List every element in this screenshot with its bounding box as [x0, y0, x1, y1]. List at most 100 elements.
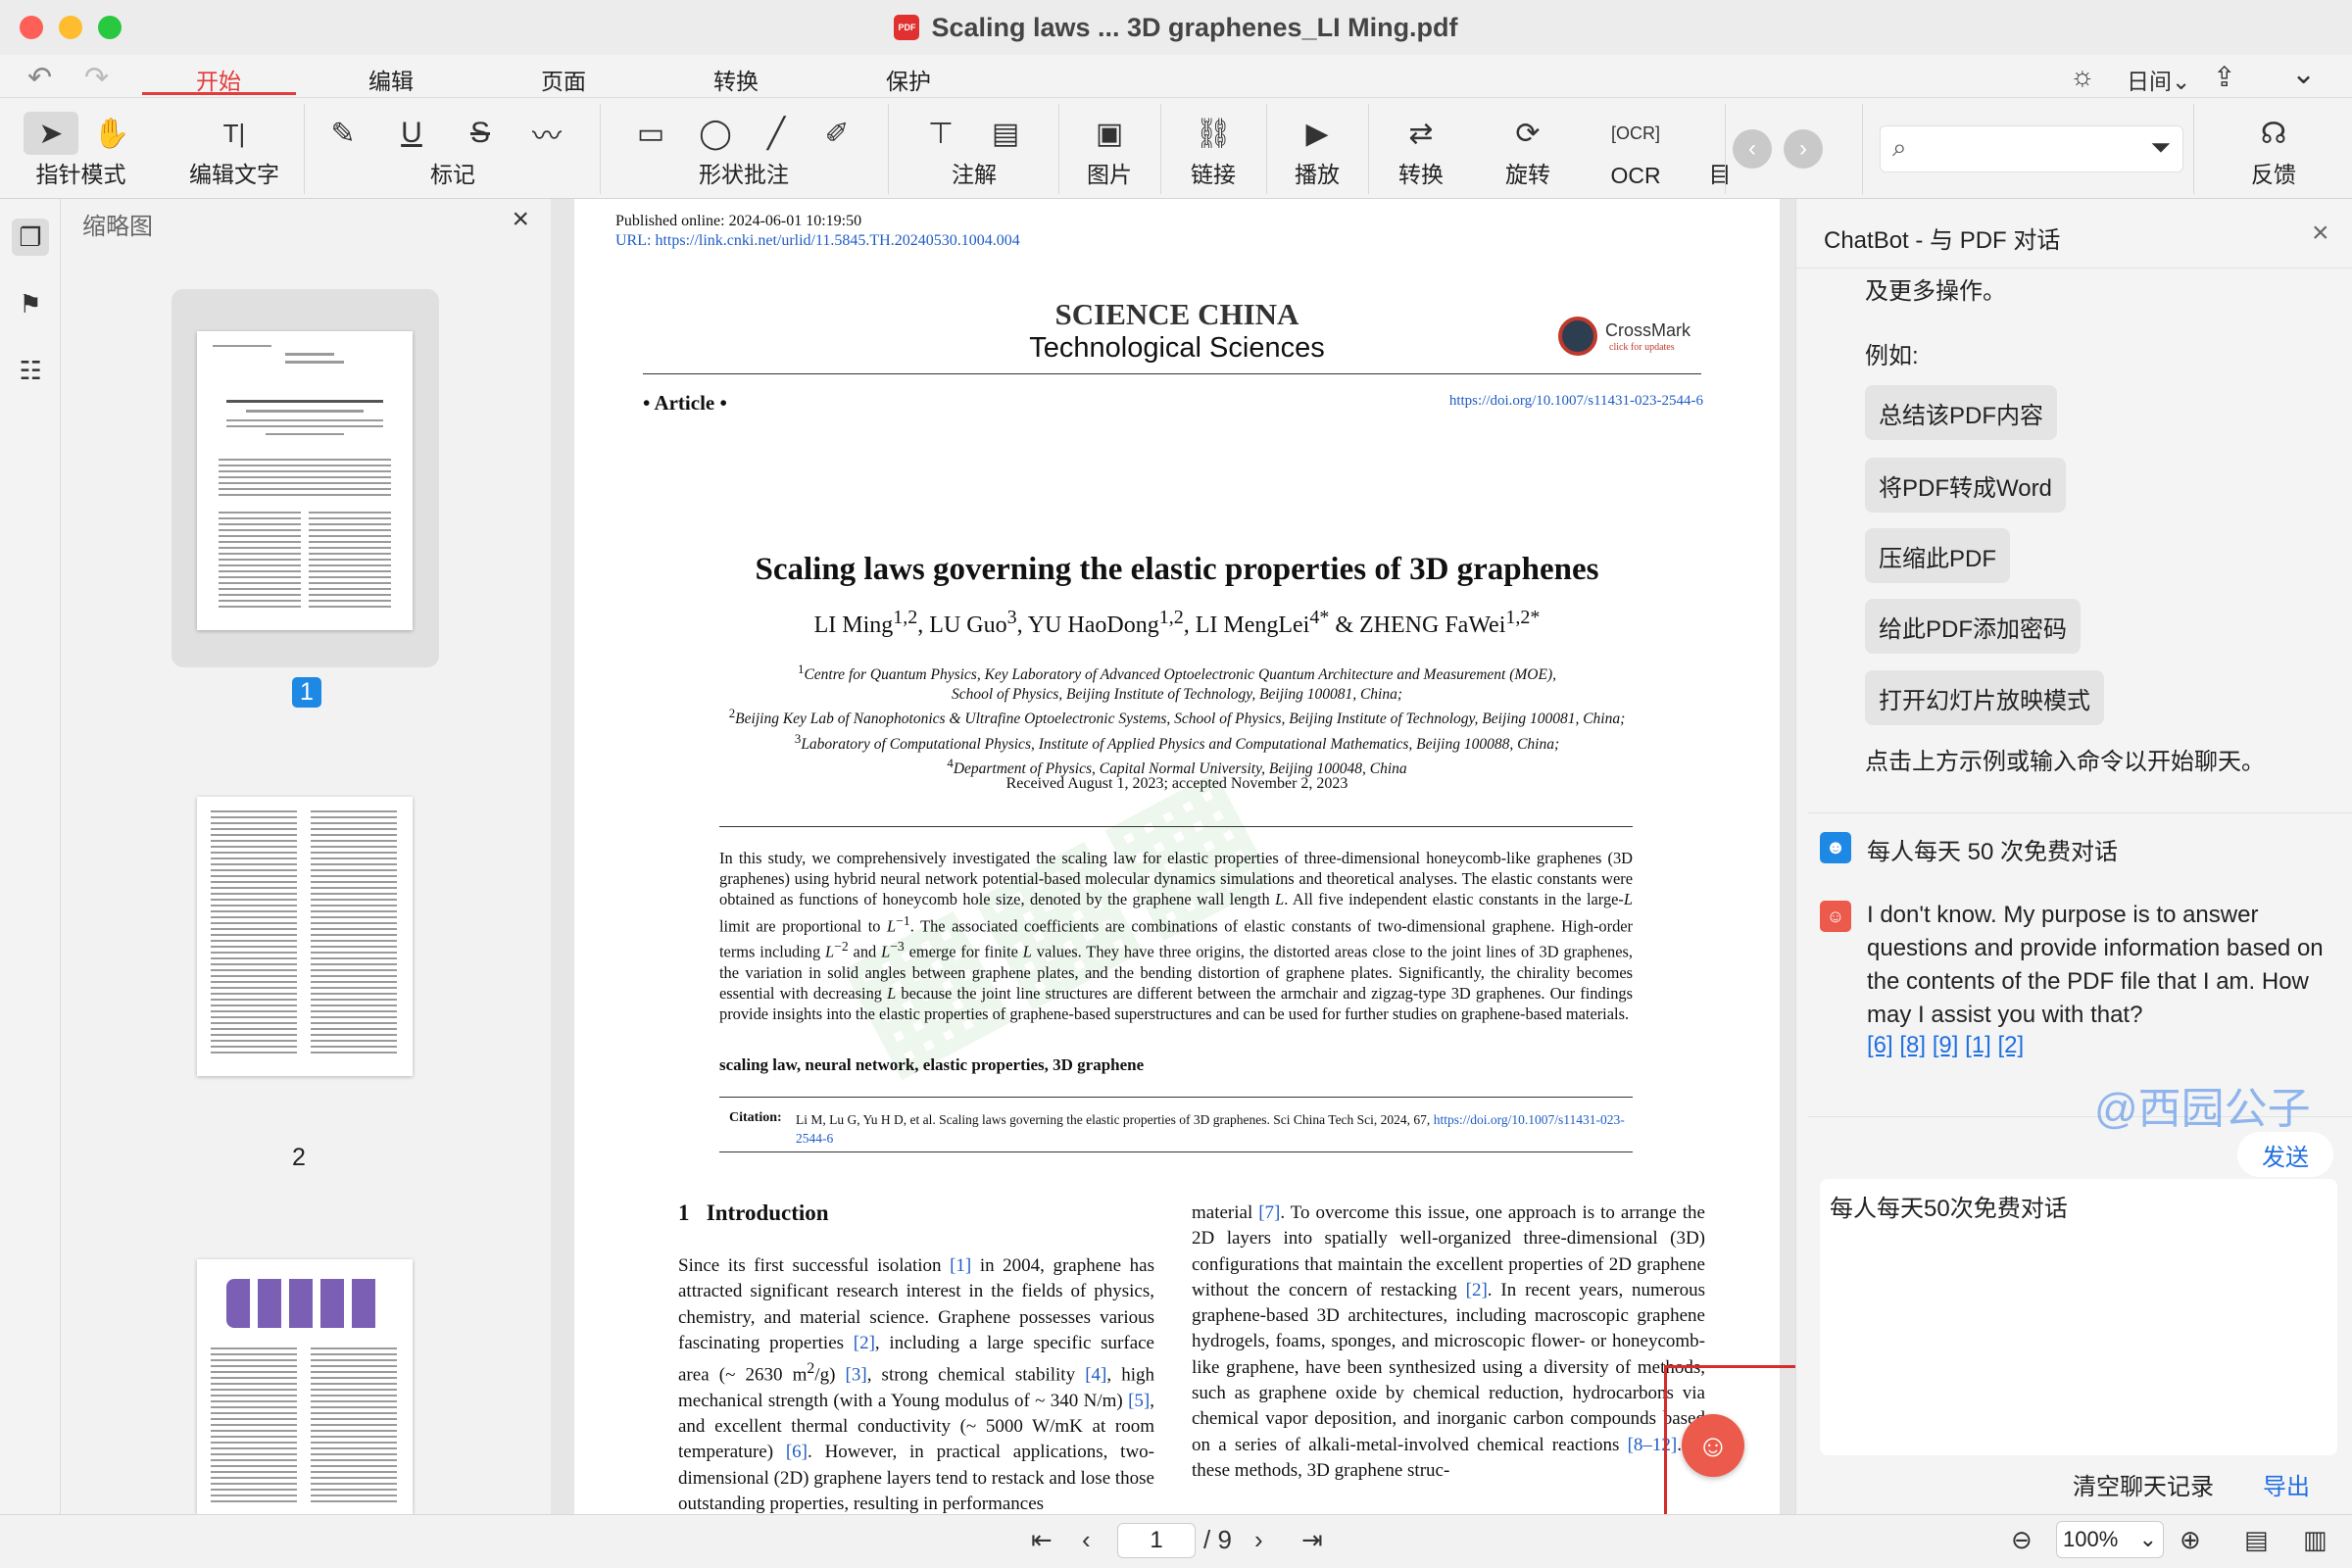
page-thumbnail-1[interactable]	[197, 331, 413, 630]
rotate-group: ⟳ 旋转	[1476, 98, 1580, 199]
example-add-password[interactable]: 给此PDF添加密码	[1865, 599, 2081, 654]
play-label[interactable]: 播放	[1268, 156, 1366, 189]
previous-page-icon[interactable]: ‹	[1082, 1525, 1091, 1555]
ai-assistant-robot-icon[interactable]: ☺	[1682, 1414, 1744, 1477]
zoom-window-button[interactable]	[98, 16, 122, 39]
section-heading: 1 Introduction	[678, 1200, 829, 1225]
crossmark-label[interactable]: CrossMark	[1605, 320, 1690, 341]
scroll-left-icon[interactable]: ‹	[1733, 129, 1772, 169]
toolbar-divider	[1160, 104, 1161, 194]
send-button[interactable]: 发送	[2237, 1132, 2333, 1177]
first-page-icon[interactable]: ⇤	[1031, 1525, 1053, 1555]
thumbnails-icon[interactable]: ❐	[12, 219, 49, 256]
page-number-input[interactable]: 1	[1117, 1523, 1196, 1558]
comment-icon[interactable]: ▤	[978, 112, 1033, 155]
left-rail: ❐ ⚑ ☷	[0, 199, 61, 1514]
image-label[interactable]: 图片	[1060, 156, 1158, 189]
collapse-toolbar-chevron-icon[interactable]: ⌄	[2291, 57, 2316, 91]
feedback-label[interactable]: 反馈	[2215, 156, 2332, 189]
crossmark-icon[interactable]	[1558, 317, 1597, 356]
link-icon[interactable]: ⛓	[1186, 112, 1241, 155]
export-button[interactable]: 导出	[2263, 1467, 2310, 1501]
url-link[interactable]: https://link.cnki.net/urlid/11.5845.TH.2…	[655, 232, 1019, 249]
bookmark-icon[interactable]: ⚑	[12, 285, 49, 322]
doi-link[interactable]: https://doi.org/10.1007/s11431-023-2544-…	[1449, 393, 1703, 410]
underline-icon[interactable]: U	[384, 112, 439, 155]
tab-convert[interactable]: 转换	[713, 63, 759, 96]
strikethrough-icon[interactable]: S	[453, 112, 508, 155]
single-page-view-icon[interactable]: ▤	[2244, 1525, 2269, 1555]
example-to-word[interactable]: 将PDF转成Word	[1865, 458, 2066, 513]
next-page-icon[interactable]: ›	[1254, 1525, 1263, 1555]
minimize-window-button[interactable]	[59, 16, 82, 39]
redo-icon[interactable]: ↷	[84, 61, 109, 95]
ref-link[interactable]: [8]	[1899, 1032, 1926, 1058]
hand-pan-icon[interactable]: ✋	[84, 112, 139, 155]
tab-page[interactable]: 页面	[541, 63, 586, 96]
line-icon[interactable]: ╱	[749, 112, 804, 155]
chat-input-value: 每人每天50次免费对话	[1830, 1196, 2068, 1222]
last-page-icon[interactable]: ⇥	[1301, 1525, 1323, 1555]
play-icon[interactable]: ▶	[1290, 112, 1345, 155]
tab-start[interactable]: 开始	[196, 63, 241, 96]
convert-icon[interactable]: ⇄	[1394, 112, 1448, 155]
search-input[interactable]: ⌕ ⏷	[1880, 125, 2183, 172]
chat-examples-label: 例如:	[1865, 343, 1919, 369]
edit-text-label[interactable]: 编辑文字	[169, 156, 300, 189]
example-summarize[interactable]: 总结该PDF内容	[1865, 385, 2057, 440]
example-compress[interactable]: 压缩此PDF	[1865, 528, 2010, 583]
ref-link[interactable]: [6]	[1867, 1032, 1893, 1058]
example-slideshow[interactable]: 打开幻灯片放映模式	[1865, 670, 2104, 725]
text-box-icon[interactable]: ⊤	[913, 112, 968, 155]
page-thumbnail-3[interactable]	[197, 1259, 413, 1514]
watermark-text: @西园公子	[2094, 1085, 2311, 1133]
scroll-right-icon[interactable]: ›	[1784, 129, 1823, 169]
chat-input[interactable]: 每人每天50次免费对话	[1820, 1179, 2337, 1455]
zoom-in-icon[interactable]: ⊕	[2180, 1525, 2201, 1555]
page-number-1[interactable]: 1	[292, 677, 321, 708]
convert-label[interactable]: 转换	[1370, 156, 1472, 189]
day-mode-dropdown[interactable]: 日间⌄	[2127, 63, 2190, 96]
rotate-icon[interactable]: ⟳	[1500, 112, 1555, 155]
close-icon[interactable]: ×	[512, 203, 529, 236]
sun-icon[interactable]: ☼	[2070, 61, 2095, 92]
undo-icon[interactable]: ↶	[27, 61, 52, 95]
image-add-icon[interactable]: ▣	[1082, 112, 1137, 155]
squiggly-icon[interactable]: 〰	[519, 112, 574, 155]
zoom-select[interactable]: 100% ⌄	[2056, 1521, 2164, 1558]
page-thumbnail-2[interactable]	[197, 797, 413, 1076]
tab-edit[interactable]: 编辑	[368, 63, 414, 96]
abstract-top-rule	[719, 826, 1633, 827]
chat-intro-tail: 及更多操作。	[1865, 278, 2006, 305]
title-bar: PDF Scaling laws ... 3D graphenes_LI Min…	[0, 0, 2352, 55]
ref-link[interactable]: [1]	[1965, 1032, 1991, 1058]
markup-group: ✎ U S 〰 标记	[306, 98, 600, 199]
zoom-out-icon[interactable]: ⊖	[2011, 1525, 2033, 1555]
ref-link[interactable]: [9]	[1933, 1032, 1959, 1058]
edit-text-icon[interactable]: T|	[207, 112, 262, 155]
document-viewport[interactable]: ▦▦▦ Published online: 2024-06-01 10:19:5…	[551, 199, 1795, 1514]
filter-icon[interactable]: ⏷	[2150, 132, 2171, 164]
cursor-arrow-icon[interactable]: ➤	[24, 112, 78, 155]
headset-icon[interactable]: ☊	[2246, 112, 2301, 155]
close-icon[interactable]: ×	[2312, 217, 2329, 250]
ref-link[interactable]: [2]	[1997, 1032, 2024, 1058]
ocr-icon[interactable]: [OCR]	[1608, 112, 1663, 155]
tab-protect[interactable]: 保护	[886, 63, 931, 96]
highlighter-icon[interactable]: ✎	[316, 112, 370, 155]
article-type: • Article •	[643, 391, 727, 415]
crossmark-sublabel: click for updates	[1609, 342, 1675, 353]
rotate-label[interactable]: 旋转	[1476, 156, 1580, 189]
page-number-2[interactable]: 2	[292, 1144, 306, 1172]
link-label[interactable]: 链接	[1162, 156, 1264, 189]
rectangle-icon[interactable]: ▭	[623, 112, 678, 155]
pencil-icon[interactable]: ✐	[809, 112, 864, 155]
ocr-label[interactable]: OCR	[1582, 163, 1690, 189]
active-tab-indicator	[142, 92, 296, 95]
comments-icon[interactable]: ☷	[12, 352, 49, 389]
share-icon[interactable]: ⇪	[2213, 61, 2235, 93]
clear-chat-button[interactable]: 清空聊天记录	[2073, 1467, 2214, 1501]
ellipse-icon[interactable]: ◯	[688, 112, 743, 155]
two-page-view-icon[interactable]: ▥	[2303, 1525, 2328, 1555]
close-window-button[interactable]	[20, 16, 43, 39]
